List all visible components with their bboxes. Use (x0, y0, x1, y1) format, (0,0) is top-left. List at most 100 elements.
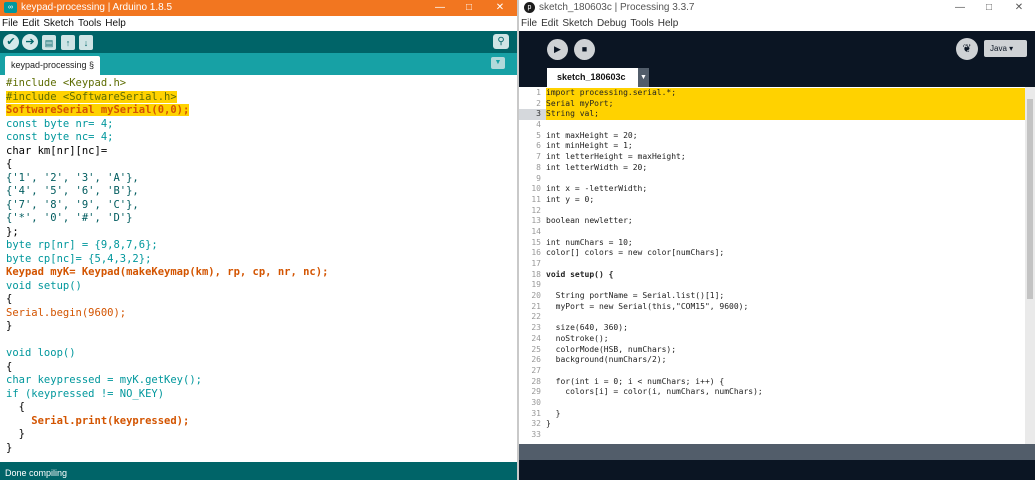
menu-help[interactable]: Help (103, 16, 128, 29)
line-number: 1 (519, 88, 546, 99)
verify-button[interactable]: ✔ (3, 34, 19, 50)
code-line: 19 (519, 280, 1025, 291)
maximize-icon[interactable]: □ (455, 0, 483, 16)
line-number: 8 (536, 162, 541, 172)
code-line: { (6, 360, 13, 373)
code-line: 18 void setup() { (519, 270, 1025, 281)
code-line: 4 (519, 120, 1025, 131)
arduino-window: ∞ keypad-processing | Arduino 1.8.5 — □ … (0, 0, 517, 480)
line-number: 5 (536, 130, 541, 140)
tab-menu-button[interactable]: ▼ (638, 68, 649, 87)
arduino-code-editor[interactable]: #include <Keypad.h> #include <SoftwareSe… (0, 75, 517, 462)
code-line: 29 colors[i] = color(i, numChars, numCha… (519, 387, 1025, 398)
new-sketch-button[interactable]: ▤ (42, 35, 56, 50)
tab-keypad-processing[interactable]: keypad-processing § (5, 56, 101, 75)
code-text: Serial myPort; (546, 98, 614, 108)
stop-icon: ■ (581, 44, 588, 54)
line-number: 3 (519, 109, 546, 121)
code-line: #include <Keypad.h> (6, 77, 127, 89)
menu-debug[interactable]: Debug (595, 16, 628, 29)
tab-sketch[interactable]: sketch_180603c (547, 68, 638, 87)
open-sketch-button[interactable]: ↑ (61, 35, 75, 50)
butterfly-icon: ❦ (962, 43, 972, 55)
line-number: 29 (531, 387, 541, 397)
menu-edit[interactable]: Edit (539, 16, 560, 29)
code-line: 12 (519, 206, 1025, 217)
editor-scrollbar[interactable] (1025, 87, 1035, 444)
code-line: {'7', '8', '9', 'C'}, (6, 198, 139, 211)
processing-logo-icon: p (524, 2, 535, 13)
arrow-up-icon: ↑ (65, 38, 71, 48)
line-number: 9 (536, 173, 541, 183)
arduino-tab-bar: keypad-processing § ▼ (0, 53, 517, 75)
serial-monitor-button[interactable]: ⚲ (493, 34, 509, 49)
code-line: 14 (519, 227, 1025, 238)
code-line: { (6, 293, 13, 305)
code-text: int minHeight = 1; (546, 141, 633, 151)
code-text: for(int i = 0; i < numChars; i++) { (546, 376, 725, 386)
desktop: ∞ keypad-processing | Arduino 1.8.5 — □ … (0, 0, 1035, 480)
code-line: } (6, 428, 25, 440)
menu-tools[interactable]: Tools (628, 16, 655, 29)
run-button[interactable]: ▶ (547, 39, 568, 60)
line-number: 6 (536, 141, 541, 151)
menu-file[interactable]: File (519, 16, 539, 29)
code-line: {'*', '0', '#', 'D'} (6, 212, 133, 224)
line-number: 25 (531, 344, 541, 354)
code-text: color[] colors = new color[numChars]; (546, 248, 725, 258)
save-sketch-button[interactable]: ↓ (79, 35, 93, 50)
line-number: 31 (531, 408, 541, 418)
menu-sketch[interactable]: Sketch (560, 16, 595, 29)
code-line: 5 int maxHeight = 20; (519, 131, 1025, 142)
line-number: 30 (531, 397, 541, 407)
upload-button[interactable]: ➔ (22, 34, 38, 50)
arduino-window-title: keypad-processing | Arduino 1.8.5 (21, 2, 173, 13)
arduino-title-bar: ∞ keypad-processing | Arduino 1.8.5 — □ … (0, 0, 517, 16)
processing-footer (519, 460, 1035, 480)
minimize-icon[interactable]: — (426, 0, 454, 16)
code-text: colors[i] = color(i, numChars, numChars)… (546, 387, 763, 397)
code-line: 6 int minHeight = 1; (519, 141, 1025, 152)
code-text: String portName = Serial.list()[1]; (546, 291, 725, 301)
menu-file[interactable]: File (0, 16, 20, 29)
code-text: int numChars = 10; (546, 237, 633, 247)
minimize-icon[interactable]: — (946, 0, 974, 16)
close-icon[interactable]: ✕ (1005, 0, 1033, 16)
processing-code-editor[interactable]: 1 import processing.serial.*; 2 Serial myPo… (519, 87, 1025, 444)
stop-button[interactable]: ■ (574, 39, 595, 60)
menu-tools[interactable]: Tools (76, 16, 103, 29)
status-text: Done compiling (5, 468, 68, 478)
tab-menu-button[interactable]: ▼ (491, 57, 505, 69)
close-icon[interactable]: ✕ (486, 0, 514, 16)
code-line: }; (6, 225, 19, 238)
code-line: void loop() (6, 347, 76, 359)
arrow-down-icon: ↓ (83, 38, 89, 48)
processing-window: p sketch_180603c | Processing 3.3.7 — □ … (519, 0, 1035, 480)
line-number: 33 (531, 430, 541, 439)
code-line: Serial.begin(9600); (6, 306, 127, 319)
code-line: 16 color[] colors = new color[numChars]; (519, 248, 1025, 259)
code-line: 8 int letterWidth = 20; (519, 163, 1025, 174)
line-number: 26 (531, 355, 541, 365)
code-line: const byte nc= 4; (6, 131, 114, 143)
magnifier-icon: ⚲ (497, 36, 505, 47)
menu-help[interactable]: Help (656, 16, 681, 29)
menu-edit[interactable]: Edit (20, 16, 41, 29)
maximize-icon[interactable]: □ (975, 0, 1003, 16)
code-text: noStroke(); (546, 333, 609, 343)
code-line: { (6, 401, 25, 413)
code-line: {'1', '2', '3', 'A'}, (6, 171, 139, 184)
code-line: char km[nr][nc]= (6, 144, 108, 157)
debugger-button[interactable]: ❦ (956, 38, 978, 60)
code-line: 31 } (519, 409, 1025, 420)
mode-selector[interactable]: Java ▾ (984, 40, 1027, 57)
menu-sketch[interactable]: Sketch (41, 16, 76, 29)
line-number: 17 (531, 259, 541, 268)
line-number: 11 (531, 194, 541, 204)
code-line: 9 (519, 174, 1025, 185)
code-line: 30 (519, 398, 1025, 409)
scrollbar-thumb[interactable] (1027, 99, 1033, 299)
line-number: 22 (531, 312, 541, 322)
code-text: void setup() { (546, 269, 614, 279)
line-number: 28 (531, 376, 541, 386)
